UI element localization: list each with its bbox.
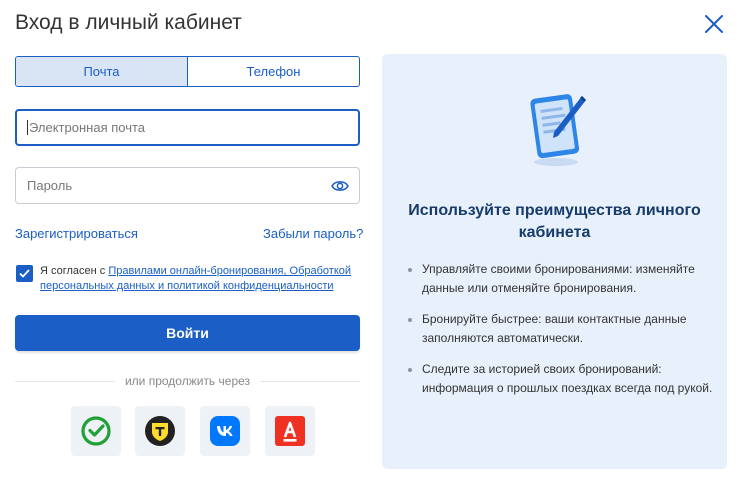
password-placeholder: Пароль bbox=[27, 178, 73, 193]
password-field[interactable]: Пароль bbox=[15, 167, 360, 204]
divider-line-right bbox=[260, 380, 360, 382]
tinkoff-icon bbox=[145, 416, 175, 446]
vk-login-button[interactable] bbox=[200, 406, 250, 456]
email-placeholder: Электронная почта bbox=[29, 120, 146, 135]
consent-prefix: Я согласен с bbox=[40, 265, 109, 277]
consent-text: Я согласен с Правилами онлайн-бронирован… bbox=[40, 264, 355, 294]
divider-line-left bbox=[15, 380, 115, 382]
close-icon[interactable] bbox=[703, 13, 725, 35]
vk-icon bbox=[210, 416, 240, 446]
tab-email[interactable]: Почта bbox=[16, 57, 188, 86]
dialog-title: Вход в личный кабинет bbox=[15, 11, 242, 34]
checkmark-icon bbox=[19, 269, 30, 278]
tab-phone[interactable]: Телефон bbox=[188, 57, 359, 86]
benefits-panel: Используйте преимущества личного кабинет… bbox=[382, 54, 727, 469]
login-button[interactable]: Войти bbox=[15, 315, 360, 351]
forgot-password-link[interactable]: Забыли пароль? bbox=[263, 226, 363, 241]
alfa-icon bbox=[275, 416, 305, 446]
benefits-list: Управляйте своими бронированиями: изменя… bbox=[408, 260, 713, 410]
tinkoff-login-button[interactable] bbox=[135, 406, 185, 456]
tablet-pen-icon bbox=[530, 94, 586, 166]
eye-icon[interactable] bbox=[331, 178, 349, 194]
register-link[interactable]: Зарегистрироваться bbox=[15, 226, 138, 241]
sber-icon bbox=[81, 416, 111, 446]
alfa-login-button[interactable] bbox=[265, 406, 315, 456]
sber-login-button[interactable] bbox=[71, 406, 121, 456]
benefit-item-history: Следите за историей своих бронирований: … bbox=[408, 360, 713, 398]
consent-checkbox[interactable] bbox=[16, 265, 33, 282]
login-method-tabs: Почта Телефон bbox=[15, 56, 360, 87]
benefits-title: Используйте преимущества личного кабинет… bbox=[408, 202, 701, 241]
social-divider: или продолжить через bbox=[15, 374, 360, 388]
benefit-item-faster: Бронируйте быстрее: ваши контактные данн… bbox=[408, 310, 713, 348]
text-cursor bbox=[27, 120, 28, 135]
benefit-item-manage: Управляйте своими бронированиями: изменя… bbox=[408, 260, 713, 298]
divider-text: или продолжить через bbox=[124, 374, 251, 388]
email-field[interactable]: Электронная почта bbox=[15, 109, 360, 146]
